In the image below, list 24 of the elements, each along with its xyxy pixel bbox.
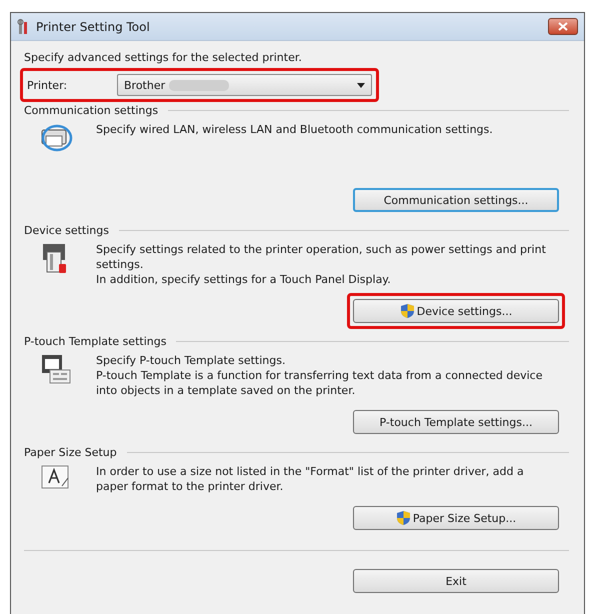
section-button[interactable]: P-touch Template settings...	[353, 410, 559, 434]
description-text: In addition, specify settings for a Touch Panel Display.	[96, 272, 392, 287]
close-button[interactable]	[548, 18, 578, 35]
printer-network-icon	[39, 122, 73, 154]
window-title: Printer Setting Tool	[36, 20, 151, 34]
section-title: P-touch Template settings	[24, 335, 166, 348]
printer-dropdown[interactable]: Brother	[117, 74, 372, 96]
description-text: Specify P-touch Template settings.	[96, 353, 286, 368]
printer-label: Printer:	[27, 78, 68, 92]
caret-icon	[357, 82, 365, 88]
description-text: Specify wired LAN, wireless LAN and Bluetooth communication settings.	[96, 122, 494, 137]
section-button[interactable]: Device settings...	[353, 299, 559, 323]
section-title: Communication settings	[24, 104, 158, 117]
description-text: P-touch Template is a function for transferring text data from a connected device into objects in a template saved on the printer.	[96, 368, 544, 398]
exit-button[interactable]: Exit	[353, 569, 559, 593]
section-button[interactable]: Communication settings...	[353, 188, 559, 212]
section-title: Paper Size Setup	[24, 446, 117, 459]
description-text: In order to use a size not listed in the "Format" list of the printer driver, add a paper format to the printer driver.	[96, 464, 525, 494]
close-icon	[558, 22, 568, 31]
printer-template-icon	[40, 353, 72, 385]
intro-text: Specify advanced settings for the selected printer.	[24, 51, 303, 64]
section-button[interactable]: Paper Size Setup...	[353, 506, 559, 530]
description-text: Specify settings related to the printer operation, such as power settings and print settings.	[96, 242, 547, 272]
section-title: Device settings	[24, 224, 109, 237]
